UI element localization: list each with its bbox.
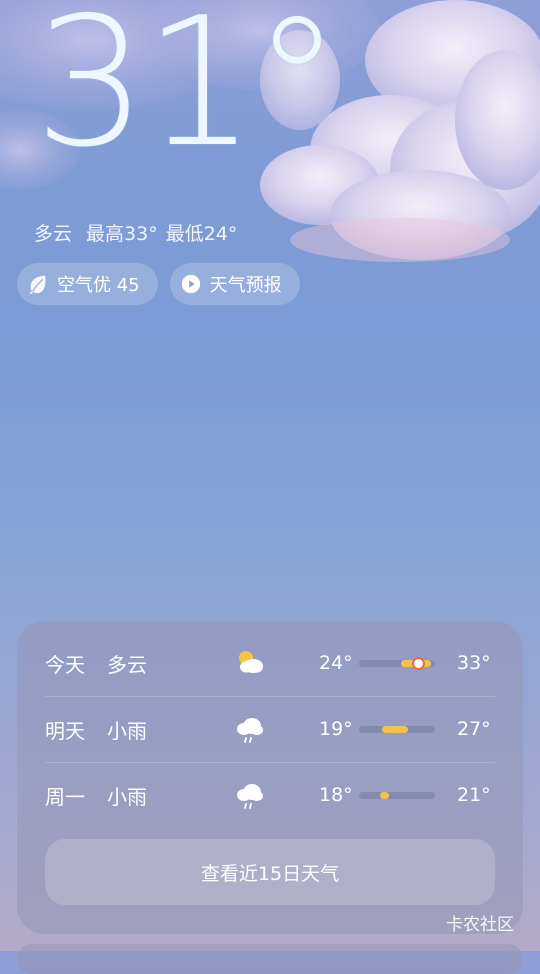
forecast-low: 18° [319,784,353,806]
weather-forecast-label: 天气预报 [209,275,282,296]
temperature-range-bar [359,791,435,799]
partly-cloudy-icon [239,651,263,673]
forecast-day: 明天 [45,718,85,743]
forecast-card: 今天 多云 24° 33° 明天 小雨 19° 27° 周一 小雨 18° 21… [17,621,523,934]
air-quality-chip[interactable]: 空气优 45 [17,263,158,305]
forecast-high: 27° [457,718,491,740]
today-low: 最低24° [165,223,238,245]
current-temperature: 31° [34,0,341,186]
air-quality-label: 空气优 45 [57,275,140,296]
forecast-day: 今天 [45,652,85,677]
forecast-condition: 多云 [107,652,147,677]
forecast-condition: 小雨 [107,718,147,743]
current-condition: 多云 [34,223,73,245]
forecast-day: 周一 [45,784,85,809]
watermark: 卡农社区 [446,915,514,935]
light-rain-icon [237,784,263,809]
forecast-high: 33° [457,652,491,674]
temperature-range-fill [381,725,409,733]
today-high: 最高33° [86,223,158,245]
weather-forecast-chip[interactable]: 天气预报 [169,263,300,305]
leaf-icon [29,275,46,295]
current-temperature-marker [413,658,423,668]
view-15-day-forecast-button[interactable]: 查看近15日天气 [45,839,495,905]
temperature-range-bar [359,658,435,668]
light-rain-icon [237,718,263,743]
forecast-row-tomorrow[interactable]: 明天 小雨 19° 27° [45,696,495,762]
forecast-row-today[interactable]: 今天 多云 24° 33° [45,630,495,696]
forecast-condition: 小雨 [107,784,147,809]
forecast-row-monday[interactable]: 周一 小雨 18° 21° [45,762,495,828]
temperature-range-fill [379,791,390,799]
play-icon [181,274,200,294]
next-card-edge [17,944,523,974]
forecast-low: 24° [319,652,353,674]
info-chips: 空气优 45 天气预报 [17,263,300,305]
forecast-high: 21° [457,784,491,806]
temperature-range-bar [359,725,435,733]
today-summary: 多云 最高33° 最低24° [34,219,237,246]
forecast-low: 19° [319,718,353,740]
